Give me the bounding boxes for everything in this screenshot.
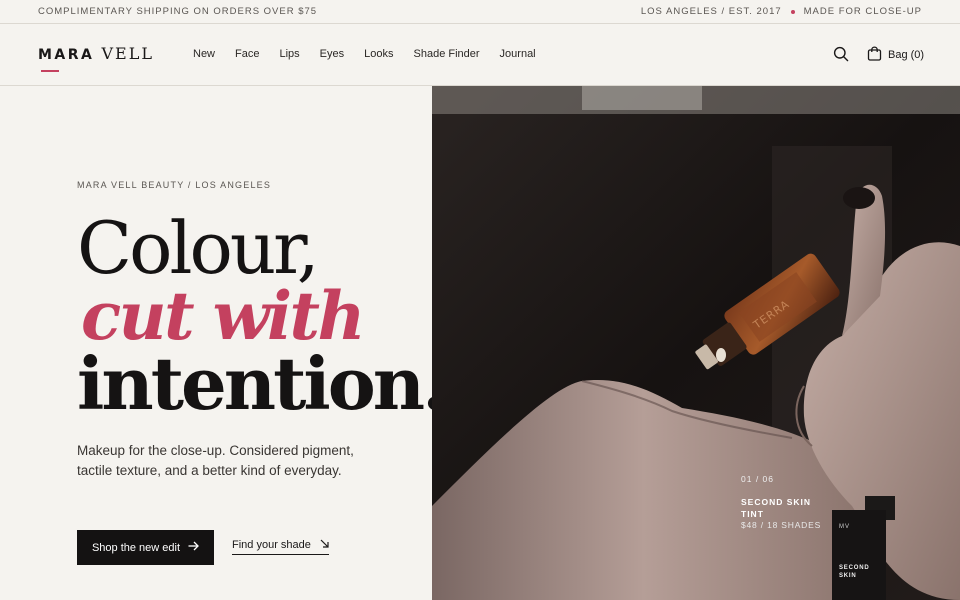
headline-line-3: intention. <box>77 341 447 426</box>
logo-accent-line <box>41 70 59 72</box>
bag-icon <box>867 46 888 64</box>
headline-line-2: cut with <box>81 277 366 355</box>
arrow-down-right-icon <box>311 539 329 551</box>
slide-product-price: $48 / 18 SHADES <box>741 520 822 530</box>
product-label: SECOND SKIN <box>839 565 870 579</box>
brand-logo[interactable]: MARA VELL <box>38 44 154 63</box>
tagline-text: MADE FOR CLOSE-UP <box>803 6 922 17</box>
search-icon[interactable] <box>833 46 849 62</box>
nav-item-lips[interactable]: Lips <box>279 48 299 60</box>
hero-body-copy: Makeup for the close-up. Considered pigm… <box>77 443 354 478</box>
shop-new-edit-button[interactable]: Shop the new edit <box>77 530 214 565</box>
dot-separator <box>790 9 795 14</box>
brand-logo-first: MARA <box>38 47 95 63</box>
product-thumbnail[interactable]: MV SECOND SKIN <box>832 510 886 600</box>
site-header: MARA VELL New Face Lips Eyes Looks Shade… <box>0 24 960 86</box>
arrow-right-icon <box>180 541 199 554</box>
brand-logo-second: VELL <box>101 44 154 63</box>
hero-eyebrow: MARA VELL BEAUTY / LOS ANGELES <box>77 180 272 190</box>
nav-item-journal[interactable]: Journal <box>500 48 536 60</box>
nav-item-looks[interactable]: Looks <box>364 48 393 60</box>
hero-image: TERRA 01 / 06 SECOND SKIN TINT $48 / 18 … <box>432 86 960 600</box>
nav-item-new[interactable]: New <box>193 48 215 60</box>
headline-line-1: Colour, <box>77 206 320 290</box>
hero-headline: Colour, cut with intention. <box>77 206 447 426</box>
nav-item-face[interactable]: Face <box>235 48 259 60</box>
slide-product-name: SECOND SKIN TINT <box>741 497 812 519</box>
bag-button[interactable]: Bag (0) <box>867 46 924 64</box>
bag-label: Bag (0) <box>888 49 925 61</box>
location-text: LOS ANGELES / EST. 2017 <box>640 6 782 17</box>
nav-item-shade-finder[interactable]: Shade Finder <box>414 48 480 60</box>
find-shade-link[interactable]: Find your shade <box>232 539 329 555</box>
announcement-bar: COMPLIMENTARY SHIPPING ON ORDERS OVER $7… <box>0 0 960 24</box>
main-nav: New Face Lips Eyes Looks Shade Finder Jo… <box>193 48 556 60</box>
slide-counter: 01 / 06 <box>741 474 774 484</box>
product-mark: MV <box>839 524 850 530</box>
shipping-notice: COMPLIMENTARY SHIPPING ON ORDERS OVER $7… <box>38 6 318 17</box>
nav-item-eyes[interactable]: Eyes <box>320 48 344 60</box>
announcement-right: LOS ANGELES / EST. 2017 MADE FOR CLOSE-U… <box>641 6 922 17</box>
shop-button-label: Shop the new edit <box>91 541 181 554</box>
find-shade-label: Find your shade <box>232 539 311 551</box>
